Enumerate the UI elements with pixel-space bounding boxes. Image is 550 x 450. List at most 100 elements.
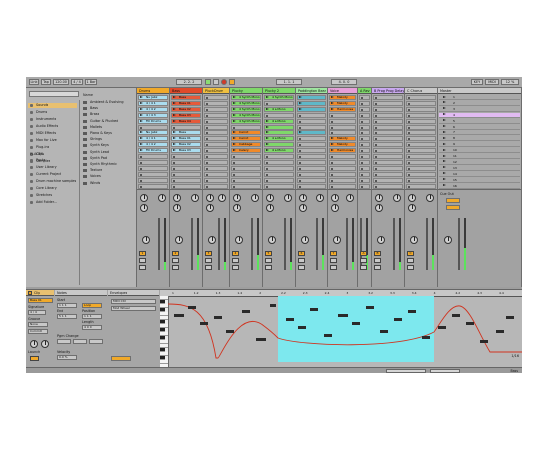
clip-slot[interactable] <box>264 171 294 177</box>
clip-stop-icon[interactable] <box>173 126 175 129</box>
clip-stop-icon[interactable] <box>206 120 208 123</box>
clip-stop-icon[interactable] <box>408 102 410 105</box>
clip-stop-icon[interactable] <box>361 102 363 105</box>
clip-stop-icon[interactable] <box>140 156 142 158</box>
arm-button[interactable] <box>298 265 305 270</box>
clip-slot[interactable]: 4 Synth Mono <box>231 112 261 118</box>
clip-slot[interactable] <box>359 171 370 177</box>
clip-stop-icon[interactable] <box>408 120 410 123</box>
clip-slot[interactable] <box>204 142 228 148</box>
track-activator-button[interactable]: 5 <box>265 251 272 256</box>
clip-slot[interactable]: Bass 02 <box>171 106 201 112</box>
clip-slot[interactable] <box>231 177 261 183</box>
clip-slot[interactable] <box>373 177 403 183</box>
clip-slot[interactable] <box>406 112 436 118</box>
volume-fader[interactable] <box>191 218 193 270</box>
folder-item[interactable]: Guitar & Plucked <box>83 119 133 124</box>
clip-play-icon[interactable] <box>266 125 269 128</box>
track-activator-button[interactable]: 3 <box>205 251 212 256</box>
send-c-knob[interactable] <box>331 204 339 212</box>
folder-item[interactable]: Texture <box>83 168 133 173</box>
clip-slot[interactable] <box>329 118 356 124</box>
clip-slot[interactable] <box>204 106 228 112</box>
clip-stop-icon[interactable] <box>206 138 208 141</box>
clip-slot[interactable]: Bass 03 <box>171 148 201 154</box>
send-b-knob[interactable] <box>251 194 259 202</box>
clip-stop-icon[interactable] <box>408 144 410 147</box>
overdub-button[interactable] <box>229 79 235 85</box>
arm-button[interactable] <box>232 265 239 270</box>
send-c-knob[interactable] <box>173 204 181 212</box>
clip-stop-icon[interactable] <box>299 138 301 141</box>
loop-length-field[interactable]: 4. 0. 0 <box>331 79 357 85</box>
clip-play-icon[interactable] <box>233 119 236 122</box>
send-c-knob[interactable] <box>299 204 307 212</box>
track-header[interactable]: B Prog Prog Delay <box>372 88 404 94</box>
clip-slot[interactable]: 4 / 4 3 <box>138 112 168 118</box>
clip-slot[interactable] <box>373 136 403 142</box>
place-item[interactable]: Add Folder... <box>28 200 77 205</box>
pgm-field[interactable] <box>89 339 103 344</box>
clip-slot[interactable] <box>373 171 403 177</box>
velocity-field[interactable]: 0.0 % <box>57 355 77 360</box>
clip-slot[interactable] <box>204 130 228 136</box>
clip-play-icon[interactable] <box>173 149 176 152</box>
send-a-knob[interactable] <box>140 194 148 202</box>
volume-fader[interactable] <box>218 218 220 270</box>
place-item[interactable]: Core Library <box>28 186 77 191</box>
clip-slot[interactable] <box>373 112 403 118</box>
midi-note[interactable] <box>438 326 446 329</box>
clip-slot[interactable] <box>138 171 168 177</box>
clip-slot[interactable] <box>138 165 168 171</box>
clip-stop-icon[interactable] <box>331 120 333 123</box>
clip-play-icon[interactable] <box>140 131 143 134</box>
clip-stop-icon[interactable] <box>361 144 363 147</box>
track-header[interactable]: C Chorus <box>405 88 437 94</box>
clip-slot[interactable] <box>329 112 356 118</box>
scene-play-icon[interactable] <box>443 142 446 145</box>
clip-stop-icon[interactable] <box>140 126 142 129</box>
clip-slot[interactable] <box>359 118 370 124</box>
pan-knob[interactable] <box>268 236 276 244</box>
clip-slot[interactable]: Fill Drums <box>138 118 168 124</box>
clip-slot[interactable] <box>204 148 228 154</box>
send-b-knob[interactable] <box>284 194 292 202</box>
scene-launch-item[interactable]: 16 <box>439 184 520 189</box>
clip-play-icon[interactable] <box>331 101 334 104</box>
clip-stop-icon[interactable] <box>299 167 301 170</box>
clip-stop-icon[interactable] <box>375 150 377 153</box>
midi-note[interactable] <box>496 330 504 333</box>
clip-stop-icon[interactable] <box>361 120 363 123</box>
clip-slot[interactable]: 4 Synth Mono <box>264 95 294 100</box>
scene-launch-item[interactable]: 6 <box>439 125 520 130</box>
clip-stop-icon[interactable] <box>408 156 410 158</box>
clip-slot[interactable] <box>359 177 370 183</box>
loop-toggle[interactable]: Loop <box>82 303 102 308</box>
folder-item[interactable]: Brass <box>83 112 133 117</box>
clip-stop-icon[interactable] <box>299 179 301 182</box>
clip-slot[interactable] <box>359 142 370 148</box>
clip-slot[interactable]: Carrot <box>231 136 261 142</box>
length-field[interactable]: 4 0 0 <box>82 325 102 330</box>
place-item[interactable]: Packs <box>28 158 77 163</box>
scene-launch-item[interactable]: 13 <box>439 166 520 171</box>
clip-slot[interactable] <box>204 124 228 130</box>
clip-play-icon[interactable] <box>173 113 176 116</box>
clip-slot[interactable] <box>406 100 436 106</box>
scene-play-icon[interactable] <box>443 101 446 104</box>
clip-stop-icon[interactable] <box>408 108 410 111</box>
clip-stop-icon[interactable] <box>233 185 235 188</box>
clip-stop-icon[interactable] <box>361 179 363 182</box>
clip-stop-icon[interactable] <box>331 161 333 164</box>
volume-fader[interactable] <box>426 218 428 270</box>
clip-slot[interactable]: 4 s.Mono <box>264 148 294 154</box>
clip-stop-icon[interactable] <box>361 156 363 158</box>
place-item[interactable]: Drum machine samples <box>28 179 77 184</box>
clip-slot[interactable]: Melody <box>329 142 356 148</box>
clip-slot[interactable] <box>171 159 201 165</box>
clip-slot[interactable] <box>264 183 294 189</box>
envelope-device-select[interactable]: MIDI Ctrl <box>111 299 156 304</box>
clip-stop-icon[interactable] <box>299 161 301 164</box>
clip-slot[interactable] <box>329 165 356 171</box>
scene-launch-item[interactable]: 3 <box>439 107 520 112</box>
